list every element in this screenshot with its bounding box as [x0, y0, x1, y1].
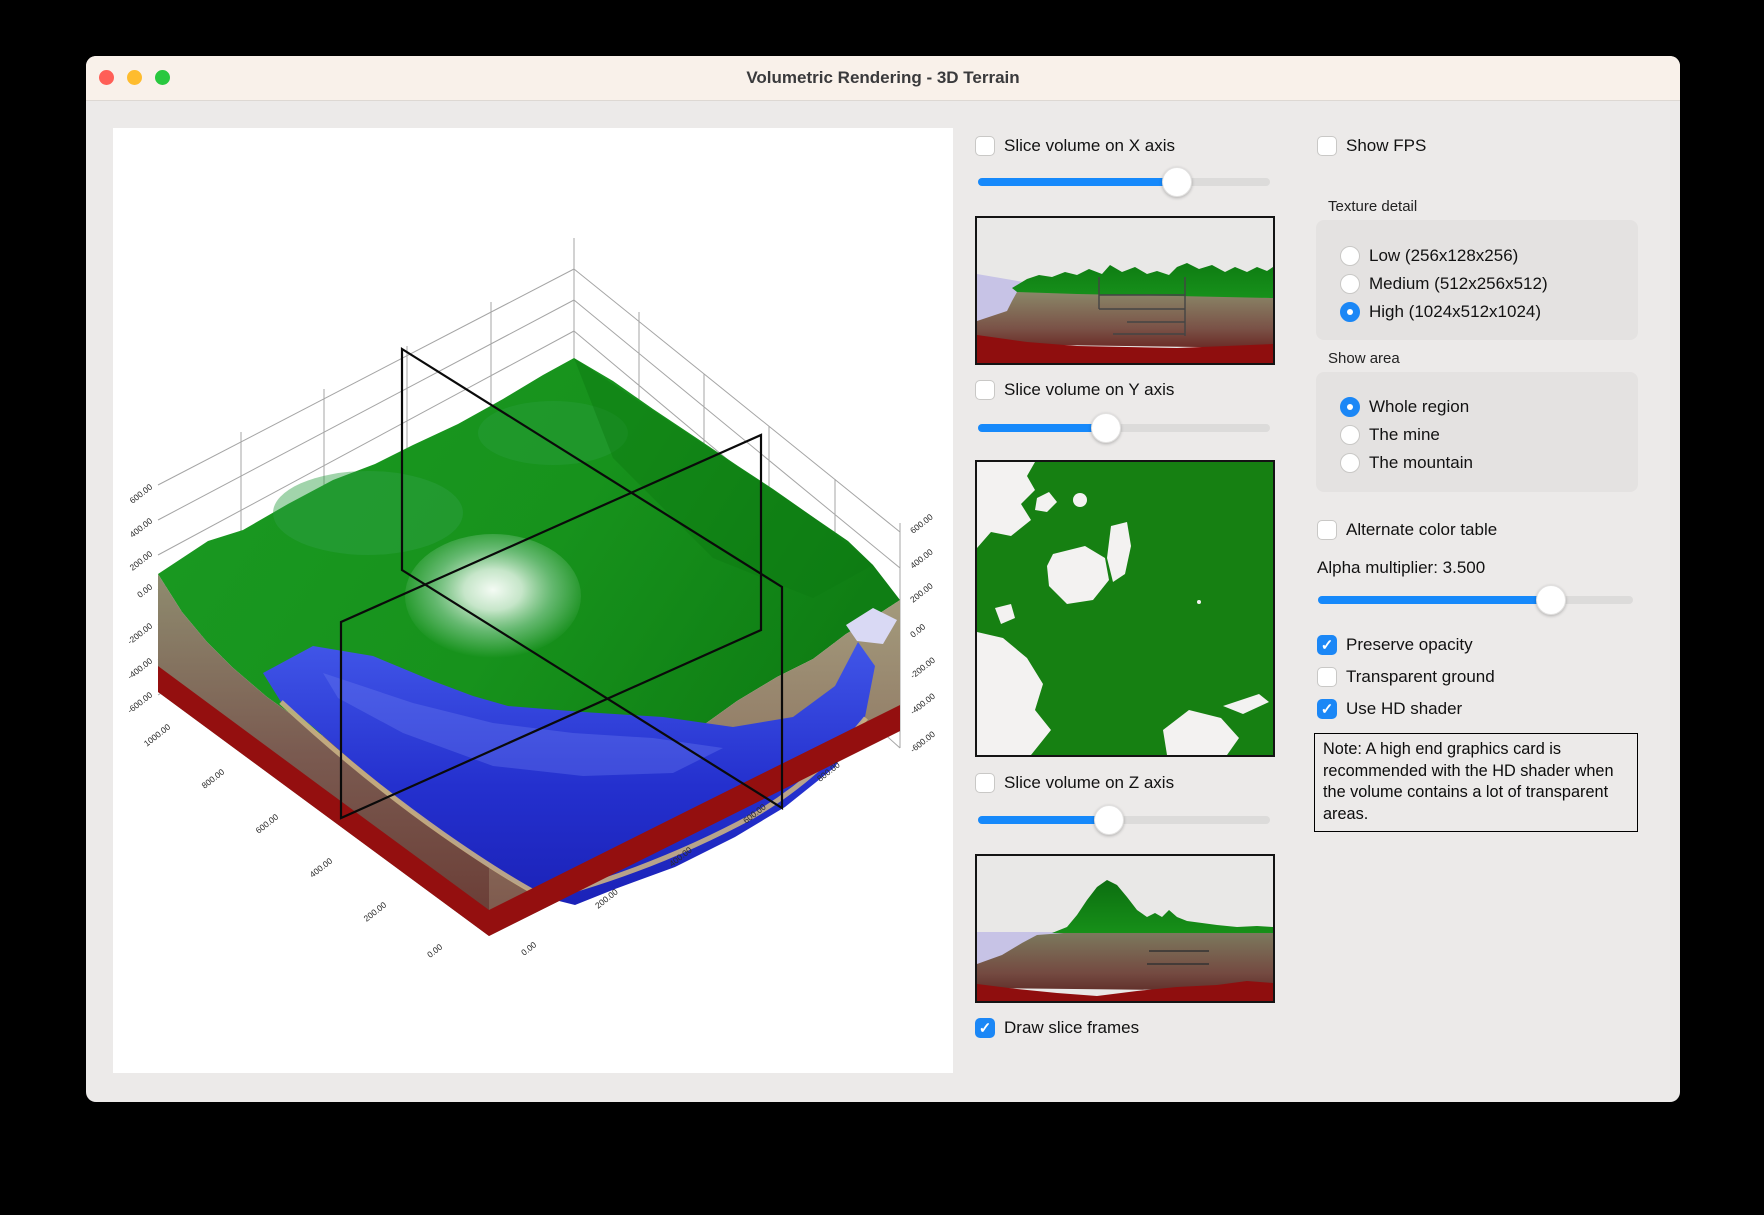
slice-x-slider-fill [978, 178, 1177, 186]
svg-text:-400.00: -400.00 [125, 656, 154, 682]
hd-shader-row: Use HD shader [1317, 698, 1462, 720]
svg-text:0.00: 0.00 [425, 942, 444, 960]
svg-text:800.00: 800.00 [200, 767, 227, 791]
area-whole-region-radio[interactable] [1340, 397, 1360, 417]
alpha-slider-fill [1318, 596, 1551, 604]
svg-text:-400.00: -400.00 [908, 691, 937, 717]
transparent-ground-label: Transparent ground [1346, 667, 1495, 687]
close-button[interactable] [99, 70, 114, 85]
screen: Volumetric Rendering - 3D Terrain [0, 0, 1764, 1215]
alpha-multiplier-row: Alpha multiplier: 3.500 [1317, 557, 1485, 579]
svg-text:-200.00: -200.00 [908, 655, 937, 681]
svg-text:200.00: 200.00 [362, 900, 389, 924]
window-title: Volumetric Rendering - 3D Terrain [86, 56, 1680, 100]
slice-y-slider-handle[interactable] [1091, 413, 1121, 443]
slice-z-slider-fill [978, 816, 1109, 824]
area-mountain-radio[interactable] [1340, 453, 1360, 473]
texture-low-label: Low (256x128x256) [1369, 246, 1518, 266]
app-window: Volumetric Rendering - 3D Terrain [86, 56, 1680, 1102]
area-mountain-row: The mountain [1340, 452, 1473, 474]
transparent-ground-checkbox[interactable] [1317, 667, 1337, 687]
svg-text:200.00: 200.00 [128, 549, 155, 573]
preserve-opacity-row: Preserve opacity [1317, 634, 1473, 656]
z-slice-preview [975, 854, 1275, 1003]
svg-text:0.00: 0.00 [519, 939, 538, 957]
slice-y-row: Slice volume on Y axis [975, 379, 1174, 401]
alternate-color-row: Alternate color table [1317, 519, 1497, 541]
area-mountain-label: The mountain [1369, 453, 1473, 473]
slice-y-label: Slice volume on Y axis [1004, 380, 1174, 400]
slice-x-checkbox[interactable] [975, 136, 995, 156]
texture-medium-radio[interactable] [1340, 274, 1360, 294]
slice-y-slider[interactable] [978, 414, 1270, 442]
svg-text:400.00: 400.00 [308, 856, 335, 880]
show-area-title: Show area [1328, 350, 1400, 367]
slice-x-slider[interactable] [978, 168, 1270, 196]
preserve-opacity-checkbox[interactable] [1317, 635, 1337, 655]
svg-text:200.00: 200.00 [908, 581, 935, 605]
texture-medium-label: Medium (512x256x512) [1369, 274, 1548, 294]
svg-text:-600.00: -600.00 [908, 729, 937, 755]
texture-low-radio[interactable] [1340, 246, 1360, 266]
texture-detail-title: Texture detail [1328, 198, 1417, 215]
svg-text:-200.00: -200.00 [125, 621, 154, 647]
alternate-color-checkbox[interactable] [1317, 520, 1337, 540]
slice-y-checkbox[interactable] [975, 380, 995, 400]
transparent-ground-row: Transparent ground [1317, 666, 1495, 688]
slice-z-label: Slice volume on Z axis [1004, 773, 1174, 793]
svg-text:600.00: 600.00 [908, 512, 935, 536]
texture-high-radio[interactable] [1340, 302, 1360, 322]
minimize-button[interactable] [127, 70, 142, 85]
hd-shader-label: Use HD shader [1346, 699, 1462, 719]
svg-text:-600.00: -600.00 [125, 690, 154, 716]
texture-medium-row: Medium (512x256x512) [1340, 273, 1548, 295]
texture-high-label: High (1024x512x1024) [1369, 302, 1541, 322]
hd-shader-checkbox[interactable] [1317, 699, 1337, 719]
area-mine-label: The mine [1369, 425, 1440, 445]
alternate-color-label: Alternate color table [1346, 520, 1497, 540]
area-whole-row: Whole region [1340, 396, 1469, 418]
slice-z-row: Slice volume on Z axis [975, 772, 1174, 794]
mountain-peak [405, 534, 581, 658]
slice-y-slider-fill [978, 424, 1106, 432]
show-area-group: Whole region The mine The mountain [1316, 372, 1638, 492]
alpha-multiplier-label: Alpha multiplier: 3.500 [1317, 558, 1485, 578]
alpha-slider-handle[interactable] [1536, 585, 1566, 615]
svg-text:0.00: 0.00 [908, 621, 927, 639]
slice-x-row: Slice volume on X axis [975, 135, 1175, 157]
hd-shader-note: Note: A high end graphics card is recomm… [1314, 733, 1638, 832]
texture-high-row: High (1024x512x1024) [1340, 301, 1541, 323]
area-mine-row: The mine [1340, 424, 1440, 446]
draw-frames-row: Draw slice frames [975, 1017, 1139, 1039]
draw-slice-frames-label: Draw slice frames [1004, 1018, 1139, 1038]
show-fps-row: Show FPS [1317, 135, 1426, 157]
slice-x-label: Slice volume on X axis [1004, 136, 1175, 156]
svg-text:600.00: 600.00 [254, 812, 281, 836]
svg-text:400.00: 400.00 [128, 516, 155, 540]
area-whole-region-label: Whole region [1369, 397, 1469, 417]
svg-text:0.00: 0.00 [135, 582, 154, 600]
texture-detail-group: Low (256x128x256) Medium (512x256x512) H… [1316, 220, 1638, 340]
preserve-opacity-label: Preserve opacity [1346, 635, 1473, 655]
slice-z-checkbox[interactable] [975, 773, 995, 793]
terrain-3d-scene: 600.00 400.00 200.00 0.00 -200.00 -400.0… [113, 128, 953, 1073]
show-fps-checkbox[interactable] [1317, 136, 1337, 156]
texture-low-row: Low (256x128x256) [1340, 245, 1518, 267]
slice-z-slider-handle[interactable] [1094, 805, 1124, 835]
svg-text:400.00: 400.00 [908, 547, 935, 571]
title-bar: Volumetric Rendering - 3D Terrain [86, 56, 1680, 101]
draw-slice-frames-checkbox[interactable] [975, 1018, 995, 1038]
terrain-3d-plot[interactable]: 600.00 400.00 200.00 0.00 -200.00 -400.0… [113, 128, 953, 1073]
alpha-slider[interactable] [1318, 586, 1633, 614]
x-slice-preview [975, 216, 1275, 365]
svg-text:1000.00: 1000.00 [142, 722, 173, 749]
svg-text:600.00: 600.00 [128, 482, 155, 506]
slice-z-slider[interactable] [978, 806, 1270, 834]
area-mine-radio[interactable] [1340, 425, 1360, 445]
show-fps-label: Show FPS [1346, 136, 1426, 156]
slice-x-slider-handle[interactable] [1162, 167, 1192, 197]
zoom-button[interactable] [155, 70, 170, 85]
y-slice-preview [975, 460, 1275, 757]
